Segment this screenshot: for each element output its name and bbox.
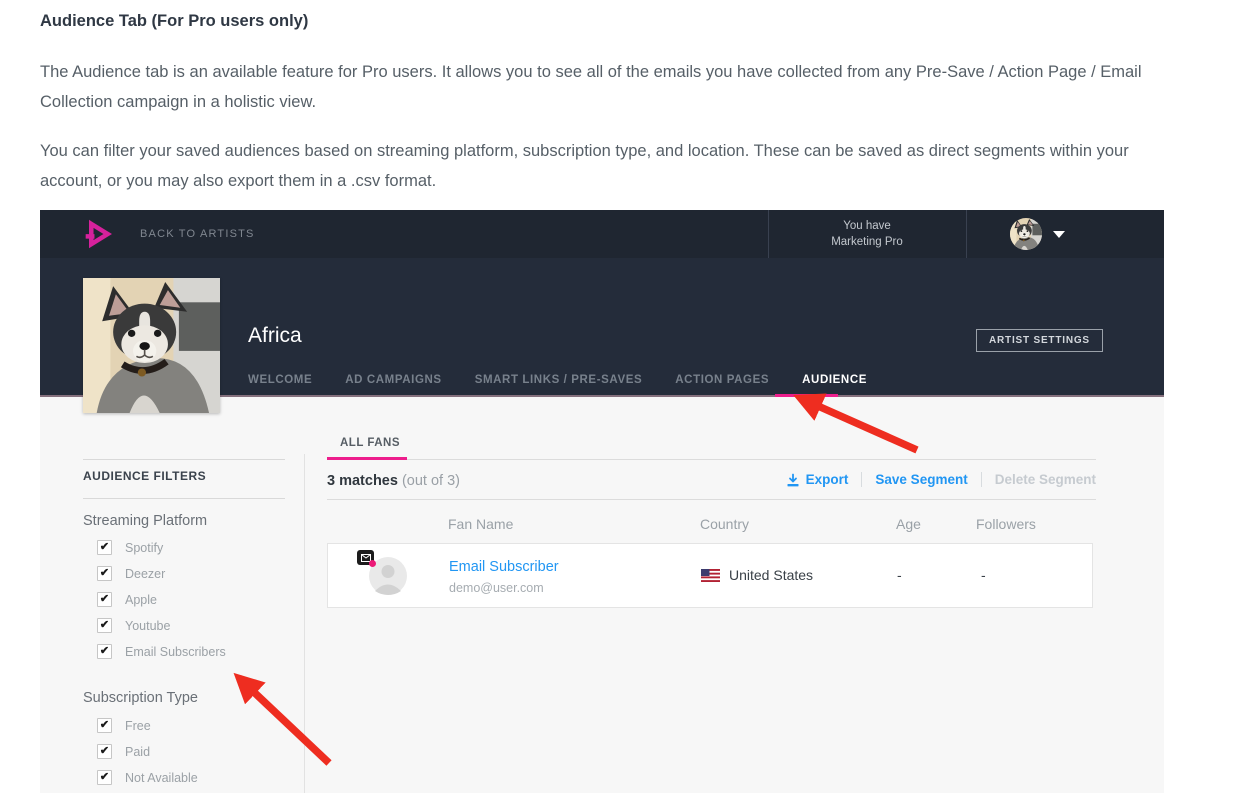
badge-status-dot bbox=[369, 560, 376, 567]
filter-group-subscription-type: Subscription Type bbox=[83, 690, 198, 706]
topbar-divider bbox=[966, 210, 967, 258]
matches-note: (out of 3) bbox=[402, 473, 460, 489]
checkbox-checked-icon[interactable] bbox=[97, 540, 112, 555]
checkbox-checked-icon[interactable] bbox=[97, 592, 112, 607]
arrow-to-audience-tab bbox=[800, 398, 917, 450]
filter-checkbox-free[interactable]: Free bbox=[97, 718, 198, 733]
filter-checkbox-email-subscribers[interactable]: Email Subscribers bbox=[97, 644, 226, 659]
segment-actions: Export Save Segment Delete Segment bbox=[786, 472, 1096, 487]
checkbox-checked-icon[interactable] bbox=[97, 618, 112, 633]
tab-all-fans[interactable]: ALL FANS bbox=[340, 437, 400, 449]
column-header-followers: Followers bbox=[976, 516, 1036, 532]
matches-count: 3 matches bbox=[327, 473, 398, 489]
matches-summary: 3 matches (out of 3) bbox=[327, 473, 460, 489]
fan-row: Email Subscriber demo@user.com United St… bbox=[327, 543, 1093, 608]
kb-article: Audience Tab (For Pro users only) The Au… bbox=[40, 0, 1170, 196]
artist-nav-tabs: WELCOME AD CAMPAIGNS SMART LINKS / PRE-S… bbox=[248, 374, 867, 386]
checkbox-checked-icon[interactable] bbox=[97, 566, 112, 581]
delete-segment-button[interactable]: Delete Segment bbox=[995, 472, 1096, 487]
filter-group-streaming-platform: Streaming Platform bbox=[83, 513, 207, 529]
tab-ad-campaigns[interactable]: AD CAMPAIGNS bbox=[345, 374, 441, 386]
article-heading: Audience Tab (For Pro users only) bbox=[40, 12, 1170, 31]
sidebar-title: AUDIENCE FILTERS bbox=[83, 469, 206, 483]
email-subscriber-badge-icon bbox=[357, 550, 374, 565]
streaming-platform-options: Spotify Deezer Apple Youtube Email Subsc… bbox=[97, 540, 226, 659]
sidebar-content-divider bbox=[304, 454, 305, 793]
fan-country: United States bbox=[729, 567, 813, 583]
checkbox-checked-icon[interactable] bbox=[97, 644, 112, 659]
arrow-to-email-subscribers-filter bbox=[239, 678, 329, 763]
subscription-type-options: Free Paid Not Available bbox=[97, 718, 198, 785]
column-header-fan-name: Fan Name bbox=[448, 516, 513, 532]
column-header-country: Country bbox=[700, 516, 749, 532]
featurefm-logo-icon[interactable] bbox=[83, 218, 115, 250]
tab-audience[interactable]: AUDIENCE bbox=[802, 374, 867, 386]
all-fans-tab-underline bbox=[327, 457, 407, 460]
download-icon bbox=[786, 473, 800, 487]
panel-divider bbox=[327, 499, 1096, 500]
user-avatar[interactable] bbox=[1010, 218, 1042, 250]
sidebar-divider bbox=[83, 498, 285, 499]
app-screenshot: BACK TO ARTISTS You have Marketing Pro A… bbox=[40, 210, 1164, 793]
fan-age: - bbox=[897, 567, 902, 583]
filter-checkbox-spotify[interactable]: Spotify bbox=[97, 540, 226, 555]
action-separator bbox=[861, 472, 862, 487]
filter-checkbox-paid[interactable]: Paid bbox=[97, 744, 198, 759]
plan-line-1: You have bbox=[768, 218, 966, 234]
checkbox-checked-icon[interactable] bbox=[97, 770, 112, 785]
account-menu-caret-icon[interactable] bbox=[1053, 231, 1065, 238]
app-topbar: BACK TO ARTISTS You have Marketing Pro bbox=[40, 210, 1164, 258]
artist-settings-button[interactable]: ARTIST SETTINGS bbox=[976, 329, 1103, 352]
article-paragraph-1: The Audience tab is an available feature… bbox=[40, 57, 1170, 117]
panel-divider bbox=[327, 459, 1096, 460]
filter-checkbox-youtube[interactable]: Youtube bbox=[97, 618, 226, 633]
filter-checkbox-deezer[interactable]: Deezer bbox=[97, 566, 226, 581]
tab-action-pages[interactable]: ACTION PAGES bbox=[675, 374, 769, 386]
export-button[interactable]: Export bbox=[786, 472, 849, 487]
tab-welcome[interactable]: WELCOME bbox=[248, 374, 312, 386]
us-flag-icon bbox=[701, 569, 720, 582]
save-segment-button[interactable]: Save Segment bbox=[875, 472, 967, 487]
checkbox-checked-icon[interactable] bbox=[97, 718, 112, 733]
article-paragraph-2: You can filter your saved audiences base… bbox=[40, 136, 1170, 196]
plan-indicator: You have Marketing Pro bbox=[768, 218, 966, 250]
fan-name-link[interactable]: Email Subscriber bbox=[449, 559, 559, 575]
action-separator bbox=[981, 472, 982, 487]
column-header-age: Age bbox=[896, 516, 921, 532]
fan-email: demo@user.com bbox=[449, 581, 544, 595]
filter-checkbox-not-available[interactable]: Not Available bbox=[97, 770, 198, 785]
filter-checkbox-apple[interactable]: Apple bbox=[97, 592, 226, 607]
tab-smart-links-pre-saves[interactable]: SMART LINKS / PRE-SAVES bbox=[475, 374, 643, 386]
artist-photo bbox=[83, 278, 220, 413]
checkbox-checked-icon[interactable] bbox=[97, 744, 112, 759]
active-tab-underline bbox=[775, 394, 838, 397]
sidebar-divider bbox=[83, 459, 285, 460]
back-to-artists-link[interactable]: BACK TO ARTISTS bbox=[140, 210, 255, 258]
plan-line-2: Marketing Pro bbox=[768, 234, 966, 250]
fan-followers: - bbox=[981, 567, 986, 583]
artist-name: Africa bbox=[248, 324, 302, 348]
